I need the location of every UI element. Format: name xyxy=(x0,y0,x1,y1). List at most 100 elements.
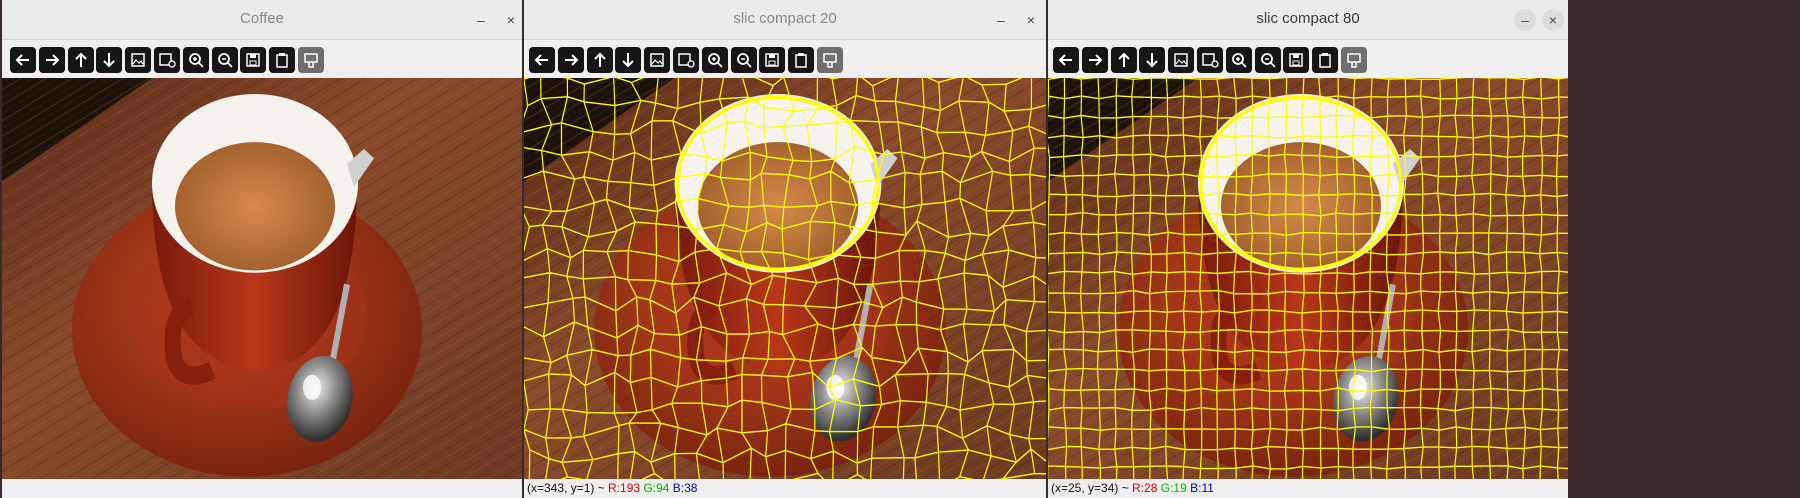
save-icon xyxy=(765,53,780,67)
window-title: Coffee xyxy=(240,10,284,27)
arrow-up-button[interactable] xyxy=(1110,47,1137,73)
minimize-button[interactable]: – xyxy=(470,9,492,31)
save-icon xyxy=(1289,53,1304,67)
image-info-icon xyxy=(678,53,695,68)
arrow-down-icon xyxy=(1146,53,1159,68)
toolbar xyxy=(2,40,522,78)
zoom-out-icon xyxy=(217,53,233,68)
image-icon xyxy=(131,53,145,67)
arrow-left-icon xyxy=(534,54,548,66)
properties-button[interactable] xyxy=(1341,47,1367,73)
image-info-button[interactable] xyxy=(154,47,180,73)
close-button[interactable]: × xyxy=(1542,9,1564,31)
red-value: R:28 xyxy=(1132,481,1158,495)
cursor-coords: (x=343, y=1) ~ xyxy=(527,481,609,495)
toolbar xyxy=(524,40,1046,78)
save-button[interactable] xyxy=(1283,47,1310,73)
arrow-left-button[interactable] xyxy=(529,47,555,73)
clipboard-icon xyxy=(276,53,288,68)
save-button[interactable] xyxy=(759,47,786,73)
arrow-right-button[interactable] xyxy=(38,47,65,73)
arrow-up-button[interactable] xyxy=(67,47,94,73)
clipboard-icon xyxy=(1319,53,1331,68)
window-title: slic compact 80 xyxy=(1256,10,1360,27)
close-button[interactable]: × xyxy=(500,9,522,31)
properties-button[interactable] xyxy=(817,47,843,73)
arrow-up-icon xyxy=(1117,52,1130,67)
arrow-left-icon xyxy=(15,54,29,66)
arrow-left-button[interactable] xyxy=(1053,47,1079,73)
arrow-right-button[interactable] xyxy=(557,47,584,73)
arrow-down-button[interactable] xyxy=(615,47,642,73)
clipboard-button[interactable] xyxy=(788,47,815,73)
green-value: G:19 xyxy=(1160,481,1187,495)
zoom-out-button[interactable] xyxy=(1254,47,1281,73)
image-info-icon xyxy=(159,53,176,68)
status-bar: (x=25, y=34) ~ R:28 G:19 B:11 xyxy=(1048,479,1568,498)
properties-icon xyxy=(304,53,318,68)
image-icon xyxy=(650,53,664,67)
arrow-left-button[interactable] xyxy=(10,47,36,73)
segmented-image xyxy=(1048,78,1568,479)
close-button[interactable]: × xyxy=(1020,9,1042,31)
title-bar[interactable]: slic compact 80 – × xyxy=(1048,0,1568,40)
arrow-up-icon xyxy=(74,52,87,67)
image-info-button[interactable] xyxy=(1197,47,1223,73)
toolbar xyxy=(1048,40,1568,78)
title-bar[interactable]: Coffee – × xyxy=(2,0,522,40)
zoom-in-button[interactable] xyxy=(182,47,209,73)
zoom-out-button[interactable] xyxy=(730,47,757,73)
save-button[interactable] xyxy=(240,47,267,73)
arrow-right-icon xyxy=(1088,54,1103,66)
zoom-out-icon xyxy=(736,53,752,68)
arrow-down-icon xyxy=(622,53,635,68)
window-slic-compact-20: slic compact 20 – × (x=343, y=1) ~ R:193… xyxy=(524,0,1046,498)
red-value: R:193 xyxy=(608,481,641,495)
clipboard-icon xyxy=(795,53,807,68)
green-value: G:94 xyxy=(643,481,670,495)
properties-icon xyxy=(823,53,837,68)
zoom-in-icon xyxy=(707,53,723,68)
window-coffee: Coffee – × xyxy=(2,0,522,498)
image-icon xyxy=(1174,53,1188,67)
image-info-button[interactable] xyxy=(673,47,699,73)
status-bar: (x=343, y=1) ~ R:193 G:94 B:38 xyxy=(524,479,1046,498)
zoom-in-icon xyxy=(1231,53,1247,68)
minimize-button[interactable]: – xyxy=(1514,9,1536,31)
zoom-out-button[interactable] xyxy=(211,47,238,73)
image-button[interactable] xyxy=(644,47,671,73)
image-display[interactable] xyxy=(524,78,1046,479)
arrow-right-icon xyxy=(564,54,579,66)
segmented-image xyxy=(524,78,1046,479)
arrow-up-button[interactable] xyxy=(586,47,613,73)
clipboard-button[interactable] xyxy=(269,47,296,73)
image-display[interactable] xyxy=(1048,78,1568,479)
arrow-right-icon xyxy=(45,54,60,66)
window-slic-compact-80: slic compact 80 – × (x=25, y=34) ~ R:28 … xyxy=(1048,0,1568,498)
properties-icon xyxy=(1347,53,1361,68)
zoom-in-button[interactable] xyxy=(1225,47,1252,73)
properties-button[interactable] xyxy=(298,47,324,73)
clipboard-button[interactable] xyxy=(1312,47,1339,73)
arrow-down-icon xyxy=(103,53,116,68)
image-display[interactable] xyxy=(2,78,522,479)
image-button[interactable] xyxy=(1168,47,1195,73)
minimize-button[interactable]: – xyxy=(990,9,1012,31)
window-title: slic compact 20 xyxy=(733,10,837,27)
status-bar xyxy=(2,479,522,498)
zoom-in-button[interactable] xyxy=(701,47,728,73)
title-bar[interactable]: slic compact 20 – × xyxy=(524,0,1046,40)
blue-value: B:38 xyxy=(672,481,698,495)
save-icon xyxy=(246,53,261,67)
zoom-out-icon xyxy=(1260,53,1276,68)
image-info-icon xyxy=(1202,53,1219,68)
cursor-coords: (x=25, y=34) ~ xyxy=(1051,481,1133,495)
zoom-in-icon xyxy=(188,53,204,68)
blue-value: B:11 xyxy=(1190,481,1214,495)
arrow-down-button[interactable] xyxy=(1139,47,1166,73)
coffee-image xyxy=(2,78,522,479)
arrow-right-button[interactable] xyxy=(1081,47,1108,73)
image-button[interactable] xyxy=(125,47,152,73)
arrow-left-icon xyxy=(1058,54,1072,66)
arrow-down-button[interactable] xyxy=(96,47,123,73)
